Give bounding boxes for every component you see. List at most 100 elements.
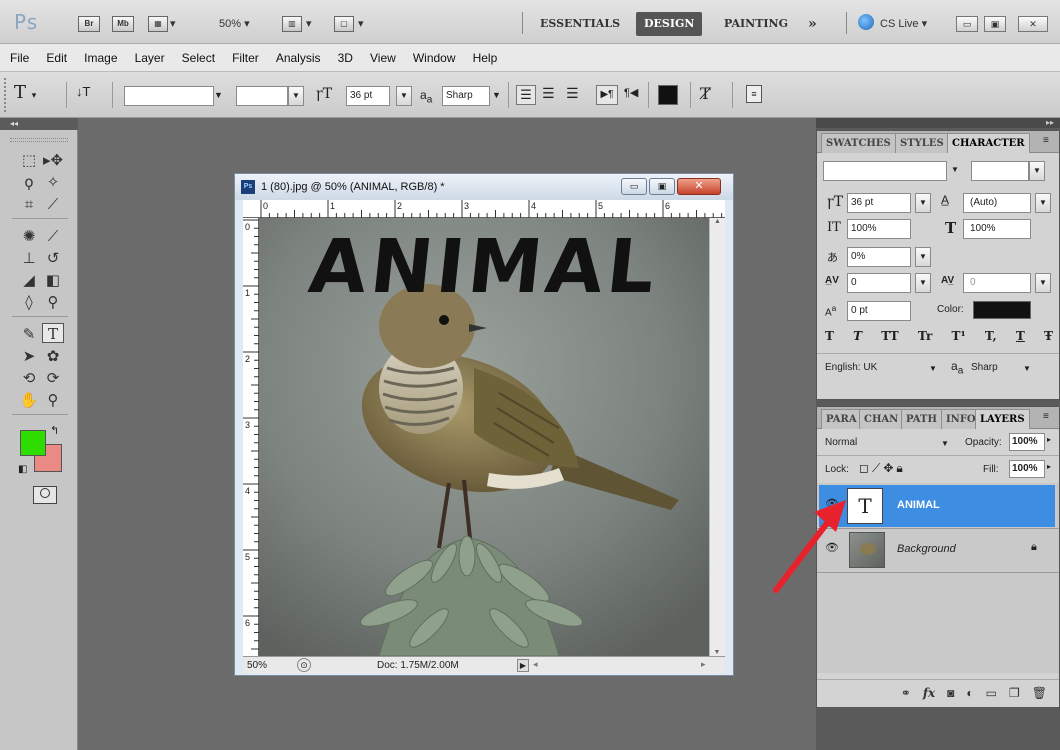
font-family-field[interactable] <box>124 86 214 106</box>
right-to-left-icon[interactable]: ¶◀ <box>624 86 638 99</box>
tools-panel-header[interactable]: ◂◂ <box>0 118 78 130</box>
left-to-right-icon[interactable]: ▶¶ <box>596 85 618 105</box>
view-extras-button[interactable]: ▦ <box>148 16 168 32</box>
close-window-button[interactable]: ✕ <box>1018 16 1048 32</box>
3d-rotate-tool-icon[interactable]: ⟲ <box>18 368 40 388</box>
document-title-bar[interactable]: Ps 1 (80).jpg @ 50% (ANIMAL, RGB/8) * ▭ … <box>235 174 733 200</box>
eraser-tool-icon[interactable]: ◢ <box>18 270 40 290</box>
chevron-down-icon[interactable]: ▾ <box>306 17 312 30</box>
menu-filter[interactable]: Filter <box>225 44 266 72</box>
chevron-down-icon[interactable]: ▼ <box>1023 364 1031 373</box>
char-tsume-field[interactable]: 0% <box>847 247 911 267</box>
vertical-ruler[interactable]: 0 1 2 3 4 5 6 <box>243 218 259 658</box>
tab-styles[interactable]: STYLES <box>895 133 949 153</box>
toggle-character-panel-icon[interactable]: ≡ <box>746 85 762 103</box>
minimize-window-button[interactable]: ▭ <box>956 16 978 32</box>
type-tool-icon[interactable]: T <box>42 323 64 343</box>
dock-collapse-handle[interactable]: ▸▸ <box>816 118 1060 128</box>
tool-preset-picker[interactable]: T ▾ <box>14 82 36 103</box>
history-brush-tool-icon[interactable]: ↺ <box>42 248 64 268</box>
font-size-field[interactable]: 36 pt <box>346 86 390 106</box>
chevron-down-icon[interactable]: ▼ <box>915 193 931 213</box>
strikethrough-button[interactable]: Ŧ <box>1044 329 1053 343</box>
quick-selection-tool-icon[interactable]: ✧ <box>42 172 64 192</box>
panel-menu-icon[interactable]: ≡ <box>1043 411 1049 422</box>
doc-close-button[interactable]: ✕ <box>677 178 721 195</box>
menu-layer[interactable]: Layer <box>128 44 172 72</box>
screen-mode-button[interactable]: ▢ <box>334 16 354 32</box>
more-workspaces-button[interactable]: » <box>800 12 825 36</box>
chevron-down-icon[interactable]: ▾ <box>358 17 364 30</box>
chevron-down-icon[interactable]: ▼ <box>1035 193 1051 213</box>
link-layers-icon[interactable]: ⚭ <box>901 686 911 700</box>
tab-swatches[interactable]: SWATCHES <box>821 133 896 153</box>
custom-shape-tool-icon[interactable]: ✿ <box>42 346 64 366</box>
default-colors-icon[interactable]: ◧ <box>18 464 27 475</box>
status-menu-arrow-icon[interactable]: ▶ <box>517 659 529 672</box>
align-right-icon[interactable]: ☰ <box>566 85 579 102</box>
char-antialias-dropdown[interactable]: Sharp <box>971 362 998 373</box>
fill-field[interactable]: 100% <box>1009 460 1045 478</box>
char-color-swatch[interactable] <box>973 301 1031 319</box>
chevron-down-icon[interactable]: ▼ <box>492 90 501 100</box>
anti-alias-field[interactable]: Sharp <box>442 86 490 106</box>
horizontal-ruler[interactable]: 0 1 2 3 4 5 6 <box>243 200 725 218</box>
arrange-documents-button[interactable]: ▥ <box>282 16 302 32</box>
layer-row-background[interactable]: 👁︎ Background 🔒︎ <box>819 529 1055 571</box>
chevron-down-icon[interactable]: ▼ <box>1035 273 1051 293</box>
new-layer-icon[interactable]: ❐ <box>1009 686 1020 700</box>
toggle-text-orientation-icon[interactable]: ↓T <box>76 84 90 99</box>
zoom-tool-icon[interactable]: ⚲ <box>42 390 64 410</box>
superscript-button[interactable]: T¹ <box>952 329 966 343</box>
tab-paragraph[interactable]: PARA <box>821 409 862 429</box>
layer-name-background[interactable]: Background <box>897 543 956 555</box>
tab-paths[interactable]: PATH <box>901 409 942 429</box>
layer-name-animal[interactable]: ANIMAL <box>897 499 940 511</box>
chevron-down-icon[interactable]: ▼ <box>214 90 223 100</box>
opacity-slider-arrow-icon[interactable]: ▸ <box>1047 435 1051 444</box>
clone-stamp-tool-icon[interactable]: ⊥ <box>18 248 40 268</box>
dodge-tool-icon[interactable]: ⚲ <box>42 292 64 312</box>
doc-maximize-button[interactable]: ▣ <box>649 178 675 195</box>
status-info-icon[interactable]: ⊙ <box>297 658 311 672</box>
layer-style-fx-icon[interactable]: fx <box>923 686 935 700</box>
brush-tool-icon[interactable]: ⟋ <box>42 226 64 246</box>
gradient-tool-icon[interactable]: ◧ <box>42 270 64 290</box>
restore-window-button[interactable]: ▣ <box>984 16 1006 32</box>
char-baseline-field[interactable]: 0 pt <box>847 301 911 321</box>
workspace-design-button[interactable]: DESIGN <box>636 12 703 36</box>
bridge-launcher-button[interactable]: Br <box>78 16 100 32</box>
chevron-down-icon[interactable]: ▼ <box>1029 161 1045 181</box>
spot-healing-tool-icon[interactable]: ✺ <box>18 226 40 246</box>
add-mask-icon[interactable]: ◙ <box>947 686 954 700</box>
blend-mode-dropdown[interactable]: Normal <box>825 437 857 448</box>
mini-bridge-launcher-button[interactable]: Mb <box>112 16 134 32</box>
char-horizontal-scale-field[interactable]: 100% <box>963 219 1031 239</box>
char-vertical-scale-field[interactable]: 100% <box>847 219 911 239</box>
vertical-scrollbar[interactable]: ▲ ▼ <box>709 218 725 656</box>
lock-options-icons[interactable]: ◻⟋✥🔒︎ <box>859 461 906 476</box>
char-kerning-field[interactable]: 0 <box>847 273 911 293</box>
scroll-right-icon[interactable]: ▸ <box>701 659 706 670</box>
status-zoom-level[interactable]: 50% <box>247 660 267 671</box>
crop-tool-icon[interactable]: ⌗ <box>18 194 40 214</box>
chevron-down-icon[interactable]: ▾ <box>170 17 176 30</box>
workspace-essentials-button[interactable]: ESSENTIALS <box>532 12 628 36</box>
fill-slider-arrow-icon[interactable]: ▸ <box>1047 462 1051 471</box>
blur-tool-icon[interactable]: ◊ <box>18 292 40 312</box>
workspace-painting-button[interactable]: PAINTING <box>716 12 796 36</box>
3d-orbit-tool-icon[interactable]: ⟳ <box>42 368 64 388</box>
eyedropper-tool-icon[interactable]: ⟋ <box>42 194 64 214</box>
char-size-field[interactable]: 36 pt <box>847 193 911 213</box>
path-selection-tool-icon[interactable]: ➤ <box>18 346 40 366</box>
chevron-down-icon[interactable]: ▼ <box>929 364 937 373</box>
char-tracking-field[interactable]: 0 <box>963 273 1031 293</box>
chevron-down-icon[interactable]: ▼ <box>396 86 412 106</box>
tab-character[interactable]: CHARACTER <box>947 133 1030 153</box>
cs-live-menu[interactable]: CS Live ▾ <box>880 17 927 30</box>
chevron-down-icon[interactable]: ▼ <box>941 439 949 448</box>
zoom-level-dropdown[interactable]: 50% ▾ <box>219 17 250 30</box>
swap-colors-icon[interactable]: ↰ <box>50 424 59 437</box>
menu-view[interactable]: View <box>363 44 403 72</box>
align-center-icon[interactable]: ☰ <box>542 85 555 102</box>
